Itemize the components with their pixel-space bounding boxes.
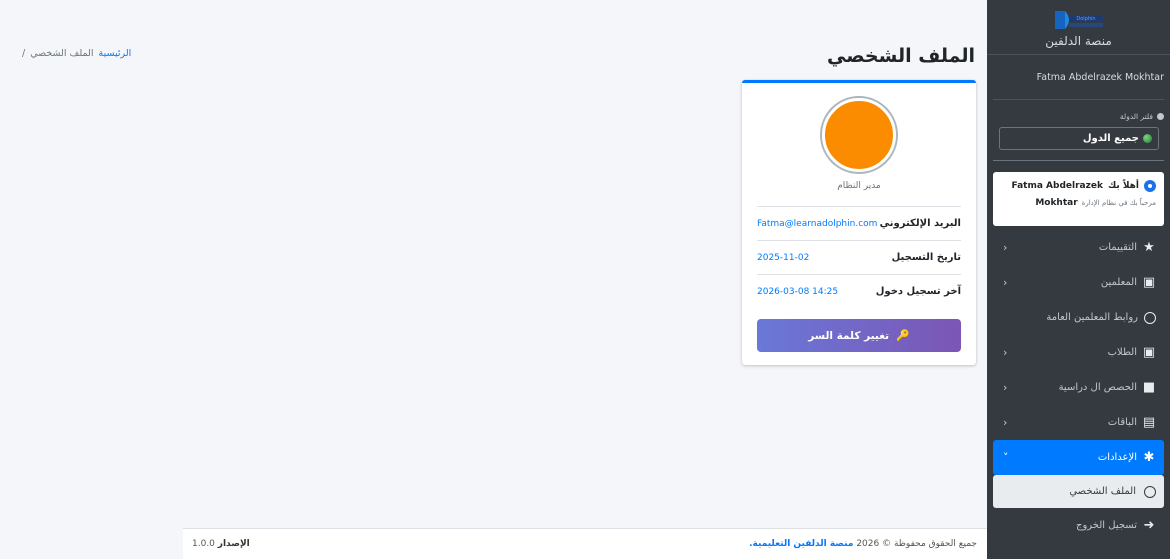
breadcrumb-home-link[interactable]: الرئيسية — [99, 48, 132, 59]
user-circle-icon — [1144, 180, 1156, 192]
sidebar-subitem-label: الملف الشخصي — [1069, 486, 1136, 497]
welcome-name-last: Mokhtar — [1035, 198, 1078, 208]
welcome-greeting: أهلاً بك — [1107, 181, 1139, 191]
package-icon: ▤ — [1142, 415, 1156, 430]
circle-icon — [1144, 485, 1156, 498]
info-value: Fatma@learnadolphin.com — [757, 218, 878, 229]
sidebar: Dolphin منصة الدلفين Fatma Abdelrazek Mo… — [987, 0, 1170, 559]
sidebar-item-settings[interactable]: ✱ الإعدادات ˅ — [993, 440, 1164, 475]
sidebar-subitem-profile[interactable]: الملف الشخصي — [993, 475, 1164, 508]
country-filter-label-text: فلتر الدولة — [1119, 112, 1153, 121]
change-password-label: تغيير كلمة السر — [808, 329, 890, 342]
info-value: 2025-11-02 — [757, 252, 810, 263]
change-password-button[interactable]: 🔑 تغيير كلمة السر — [757, 319, 961, 352]
info-key: آخر تسجيل دخول — [875, 286, 961, 297]
sidebar-item-label: المعلمين — [1100, 277, 1137, 288]
logout-button[interactable]: ➜ تسجيل الخروج — [993, 508, 1164, 543]
sidebar-nav: ★ التقييمات ‹ ▣ المعلمين ‹ روابط المعلمي… — [987, 230, 1170, 543]
circle-icon — [1144, 311, 1156, 324]
profile-card: مدير النظام البريد الإلكتروني Fatma@lear… — [742, 80, 976, 365]
info-key: البريد الإلكتروني — [879, 218, 961, 229]
sidebar-item-classes[interactable]: ■ الحصص ال دراسية ‹ — [993, 370, 1164, 405]
divider — [993, 160, 1164, 161]
chevron-down-icon: ˅ — [1003, 451, 1009, 464]
svg-text:Dolphin: Dolphin — [1076, 16, 1095, 22]
sidebar-item-teachers[interactable]: ▣ المعلمين ‹ — [993, 265, 1164, 300]
country-filter-select[interactable]: جميع الدول — [999, 127, 1159, 150]
video-icon: ■ — [1142, 380, 1156, 395]
info-row-last-login: آخر تسجيل دخول 2026-03-08 14:25 — [757, 274, 961, 308]
user-name: Fatma Abdelrazek Mokhtar — [1036, 71, 1164, 83]
user-role: مدير النظام — [837, 181, 881, 191]
breadcrumb-current: الملف الشخصي — [30, 48, 94, 59]
breadcrumb: الرئيسية الملف الشخصي / — [22, 48, 131, 59]
globe-icon — [1157, 113, 1164, 120]
info-value: 2026-03-08 14:25 — [757, 286, 839, 297]
gear-icon: ✱ — [1143, 450, 1155, 465]
sidebar-item-students[interactable]: ▣ الطلاب ‹ — [993, 335, 1164, 370]
info-row-email: البريد الإلكتروني Fatma@learnadolphin.co… — [757, 206, 961, 240]
sidebar-item-evaluations[interactable]: ★ التقييمات ‹ — [993, 230, 1164, 265]
country-filter-value: جميع الدول — [1082, 133, 1139, 144]
copyright-text: جميع الحقوق محفوظة © 2026 — [856, 539, 977, 549]
chevron-left-icon: ‹ — [1003, 381, 1008, 394]
chevron-left-icon: ‹ — [1003, 276, 1008, 289]
welcome-subtitle: مرحباً بك في نظام الإدارة — [1081, 199, 1156, 207]
country-filter: فلتر الدولة جميع الدول — [987, 100, 1170, 150]
chevron-left-icon: ‹ — [1003, 346, 1008, 359]
info-row-registration-date: تاريخ التسجيل 2025-11-02 — [757, 240, 961, 274]
sidebar-item-label: روابط المعلمين العامة — [1046, 312, 1138, 323]
avatar — [822, 98, 896, 172]
star-icon: ★ — [1143, 240, 1155, 255]
chevron-left-icon: ‹ — [1003, 241, 1008, 254]
welcome-card: أهلاً بك Fatma Abdelrazek مرحباً بك في ن… — [993, 172, 1164, 226]
country-filter-label: فلتر الدولة — [993, 112, 1164, 121]
sidebar-item-label: الطلاب — [1107, 347, 1137, 358]
teacher-icon: ▣ — [1142, 275, 1156, 290]
earth-icon — [1143, 134, 1152, 143]
copyright: جميع الحقوق محفوظة © 2026 منصة الدلفين ا… — [749, 539, 977, 549]
footer: جميع الحقوق محفوظة © 2026 منصة الدلفين ا… — [183, 528, 987, 559]
breadcrumb-separator: / — [22, 48, 26, 59]
dolphin-logo: Dolphin — [1050, 8, 1107, 32]
sidebar-item-label: الإعدادات — [1097, 452, 1137, 463]
version-label: الإصدار — [217, 539, 250, 549]
copyright-brand-link[interactable]: منصة الدلفين التعليمية. — [749, 539, 853, 549]
sidebar-item-packages[interactable]: ▤ الباقات ‹ — [993, 405, 1164, 440]
version: الإصدار 1.0.0 — [192, 539, 250, 549]
sidebar-item-label: التقييمات — [1098, 242, 1137, 253]
sidebar-item-label: الباقات — [1107, 417, 1137, 428]
logout-label: تسجيل الخروج — [1075, 520, 1137, 531]
user-panel[interactable]: Fatma Abdelrazek Mokhtar — [993, 55, 1164, 100]
student-icon: ▣ — [1142, 345, 1156, 360]
page-title: الملف الشخصي — [826, 45, 975, 67]
welcome-name-first: Fatma Abdelrazek — [1011, 181, 1103, 191]
version-value: 1.0.0 — [192, 539, 215, 549]
sidebar-item-teacher-links[interactable]: روابط المعلمين العامة — [993, 300, 1164, 335]
key-icon: 🔑 — [896, 329, 910, 342]
brand-name: منصة الدلفين — [1045, 34, 1112, 48]
logout-icon: ➜ — [1143, 518, 1155, 533]
brand[interactable]: Dolphin منصة الدلفين — [987, 0, 1170, 55]
sidebar-item-label: الحصص ال دراسية — [1058, 382, 1137, 393]
info-key: تاريخ التسجيل — [891, 252, 961, 263]
chevron-left-icon: ‹ — [1003, 416, 1008, 429]
